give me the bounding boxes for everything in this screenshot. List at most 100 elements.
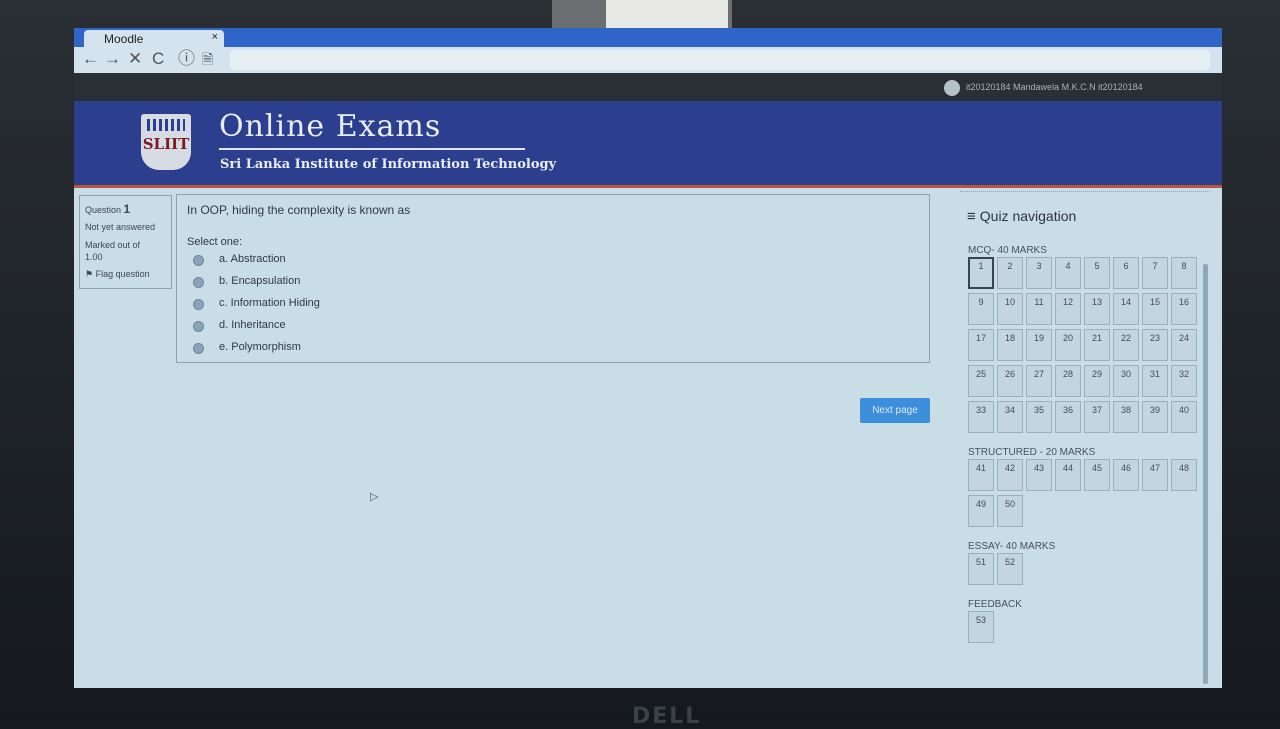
answer-option-label[interactable]: a. Abstraction: [219, 253, 286, 265]
question-label: Question: [85, 205, 122, 215]
quiz-nav-button[interactable]: 41: [968, 459, 994, 491]
quiz-nav-button[interactable]: 33: [968, 401, 994, 433]
radio-button[interactable]: [193, 321, 204, 332]
quiz-nav-button[interactable]: 4: [1055, 257, 1081, 289]
quiz-nav-button[interactable]: 37: [1084, 401, 1110, 433]
forward-arrow-icon[interactable]: →: [104, 50, 121, 68]
quiz-nav-button[interactable]: 1: [968, 257, 994, 289]
scrollbar[interactable]: [1203, 264, 1208, 684]
flag-question-link[interactable]: ⚑ Flag question: [85, 269, 150, 280]
title-divider: [219, 148, 525, 150]
radio-button[interactable]: [193, 255, 204, 266]
quiz-nav-button[interactable]: 39: [1142, 401, 1168, 433]
quiz-nav-button[interactable]: 10: [997, 293, 1023, 325]
quiz-nav-button[interactable]: 21: [1084, 329, 1110, 361]
browser-toolbar: ← → ✕ C ⓘ 🗎: [74, 47, 1222, 73]
answer-option-label[interactable]: b. Encapsulation: [219, 275, 300, 287]
quiz-nav-button[interactable]: 12: [1055, 293, 1081, 325]
hamburger-icon[interactable]: ≡: [967, 208, 976, 225]
quiz-nav-button[interactable]: 36: [1055, 401, 1081, 433]
marked-out-of-value: 1.00: [85, 252, 103, 262]
quiz-nav-button[interactable]: 14: [1113, 293, 1139, 325]
quiz-nav-button-label: 15: [1149, 297, 1160, 307]
quiz-nav-button[interactable]: 23: [1142, 329, 1168, 361]
quiz-nav-button[interactable]: 53: [968, 611, 994, 643]
quiz-nav-button[interactable]: 32: [1171, 365, 1197, 397]
radio-button[interactable]: [193, 343, 204, 354]
quiz-nav-button-label: 10: [1004, 297, 1015, 307]
quiz-nav-button[interactable]: 11: [1026, 293, 1052, 325]
quiz-nav-button[interactable]: 3: [1026, 257, 1052, 289]
tab-close-icon[interactable]: ×: [212, 31, 218, 43]
quiz-nav-button[interactable]: 31: [1142, 365, 1168, 397]
quiz-nav-button[interactable]: 2: [997, 257, 1023, 289]
quiz-nav-button[interactable]: 44: [1055, 459, 1081, 491]
paper-strip: [606, 0, 728, 28]
question-info-panel: Question 1 Not yet answered Marked out o…: [79, 195, 172, 289]
quiz-nav-button[interactable]: 28: [1055, 365, 1081, 397]
quiz-nav-button[interactable]: 25: [968, 365, 994, 397]
quiz-nav-button[interactable]: 29: [1084, 365, 1110, 397]
user-name[interactable]: it20120184 Mandawela M.K.C.N it20120184: [966, 82, 1143, 92]
answer-option-label[interactable]: e. Polymorphism: [219, 341, 301, 353]
quiz-nav-button-label: 5: [1094, 261, 1100, 271]
quiz-nav-button[interactable]: 48: [1171, 459, 1197, 491]
quiz-nav-button[interactable]: 30: [1113, 365, 1139, 397]
reload-icon[interactable]: C: [152, 50, 164, 68]
quiz-nav-button[interactable]: 38: [1113, 401, 1139, 433]
browser-tab[interactable]: Moodle ×: [84, 30, 224, 47]
quiz-nav-button[interactable]: 5: [1084, 257, 1110, 289]
avatar[interactable]: [944, 80, 960, 96]
quiz-nav-button-label: 46: [1120, 463, 1131, 473]
quiz-nav-button[interactable]: 49: [968, 495, 994, 527]
quiz-nav-button[interactable]: 19: [1026, 329, 1052, 361]
address-bar[interactable]: [230, 50, 1210, 70]
radio-button[interactable]: [193, 299, 204, 310]
quiz-nav-button[interactable]: 13: [1084, 293, 1110, 325]
quiz-nav-button[interactable]: 6: [1113, 257, 1139, 289]
quiz-nav-button[interactable]: 35: [1026, 401, 1052, 433]
quiz-nav-button[interactable]: 15: [1142, 293, 1168, 325]
answer-option-label[interactable]: c. Information Hiding: [219, 297, 320, 309]
back-arrow-icon[interactable]: ←: [82, 50, 99, 68]
answer-option-label[interactable]: d. Inheritance: [219, 319, 286, 331]
quiz-nav-button[interactable]: 40: [1171, 401, 1197, 433]
quiz-nav-button[interactable]: 52: [997, 553, 1023, 585]
radio-button[interactable]: [193, 277, 204, 288]
page-icon[interactable]: 🗎: [202, 50, 213, 68]
quiz-nav-button-label: 32: [1178, 369, 1189, 379]
quiz-nav-button[interactable]: 26: [997, 365, 1023, 397]
site-subtitle: Sri Lanka Institute of Information Techn…: [220, 157, 557, 172]
quiz-nav-button[interactable]: 50: [997, 495, 1023, 527]
quiz-nav-button[interactable]: 20: [1055, 329, 1081, 361]
quiz-nav-button-label: 12: [1062, 297, 1073, 307]
quiz-navigation-panel: ≡ Quiz navigation MCQ- 40 MARKS 1 2 3 4 5 6 7 8 9 1…: [960, 191, 1210, 688]
quiz-nav-button[interactable]: 16: [1171, 293, 1197, 325]
quiz-nav-button[interactable]: 45: [1084, 459, 1110, 491]
quiz-nav-button[interactable]: 9: [968, 293, 994, 325]
quiz-nav-button[interactable]: 22: [1113, 329, 1139, 361]
flag-icon: ⚑: [85, 269, 94, 279]
quiz-nav-button-label: 37: [1091, 405, 1102, 415]
quiz-nav-button[interactable]: 18: [997, 329, 1023, 361]
quiz-nav-button[interactable]: 27: [1026, 365, 1052, 397]
quiz-nav-button[interactable]: 34: [997, 401, 1023, 433]
quiz-nav-button[interactable]: 43: [1026, 459, 1052, 491]
quiz-nav-button[interactable]: 42: [997, 459, 1023, 491]
quiz-navigation-label: Quiz navigation: [979, 208, 1077, 224]
quiz-nav-button[interactable]: 51: [968, 553, 994, 585]
quiz-nav-button[interactable]: 17: [968, 329, 994, 361]
quiz-nav-button-label: 22: [1120, 333, 1131, 343]
sliit-logo[interactable]: SLIIT: [141, 114, 191, 170]
question-number-value: 1: [123, 202, 131, 216]
quiz-nav-button[interactable]: 47: [1142, 459, 1168, 491]
quiz-nav-button[interactable]: 7: [1142, 257, 1168, 289]
site-info-icon[interactable]: ⓘ: [178, 50, 195, 68]
next-page-button[interactable]: Next page: [860, 398, 930, 423]
stop-icon[interactable]: ✕: [128, 50, 142, 68]
quiz-nav-button[interactable]: 8: [1171, 257, 1197, 289]
quiz-nav-button[interactable]: 24: [1171, 329, 1197, 361]
quiz-nav-button[interactable]: 46: [1113, 459, 1139, 491]
screen: Moodle × ← → ✕ C ⓘ 🗎 it20120184 Mandawel…: [74, 28, 1222, 688]
quiz-nav-button-label: 47: [1149, 463, 1160, 473]
